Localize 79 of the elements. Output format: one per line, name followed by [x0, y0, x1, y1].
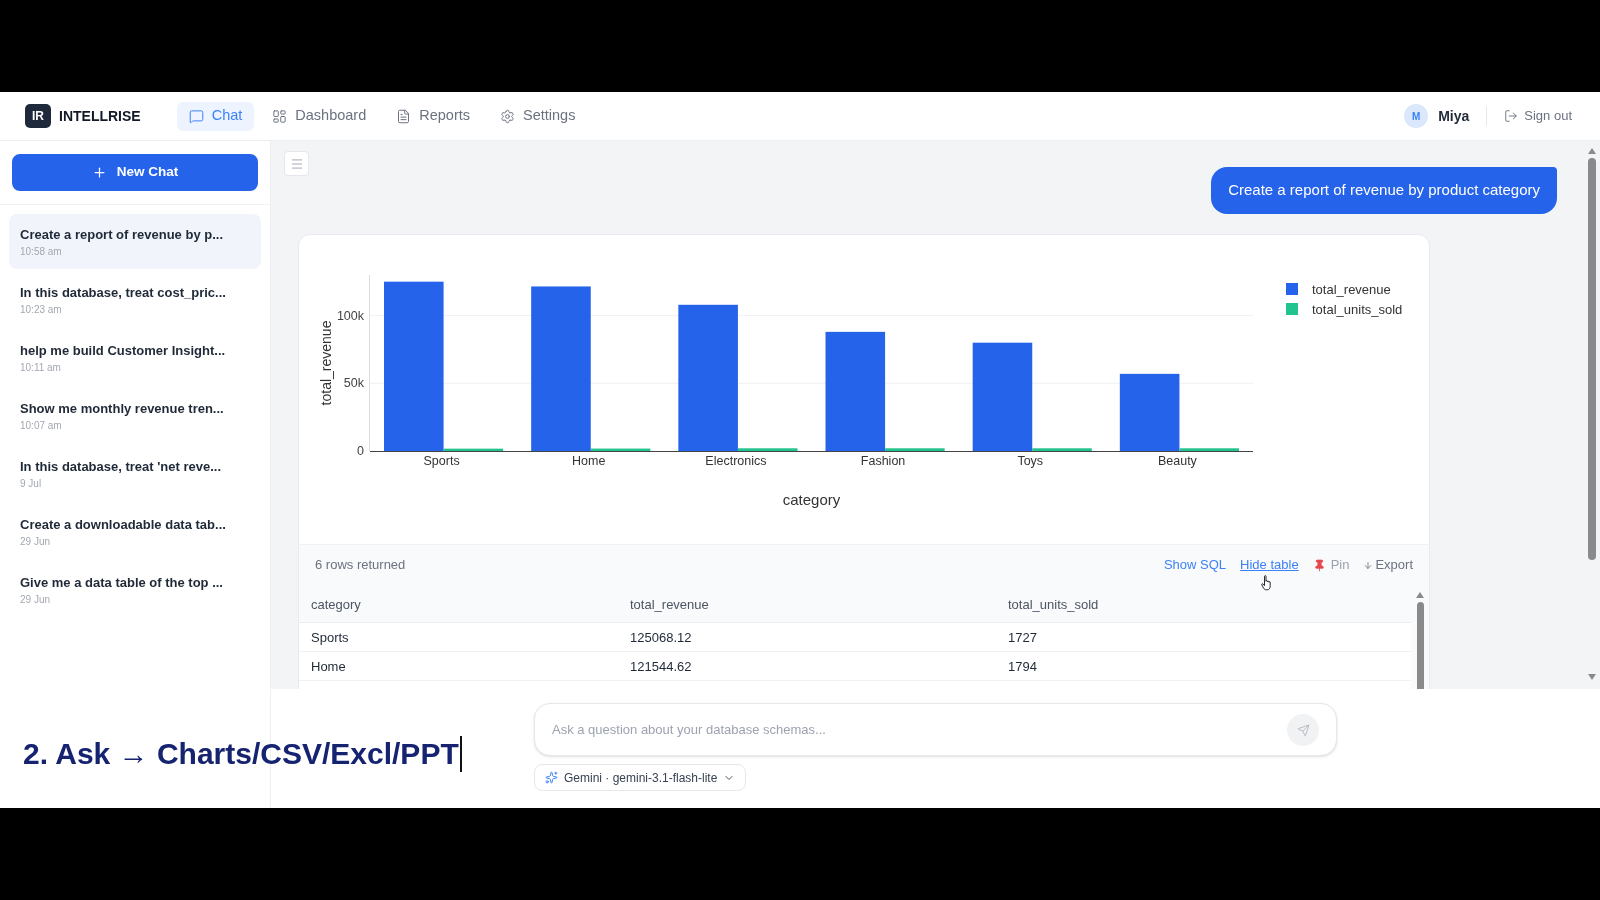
question-input[interactable]: Ask a question about your database schemas... — [534, 703, 1337, 756]
plus-icon — [91, 165, 107, 180]
chat-history-item[interactable]: help me build Customer Insight... 10:11 am — [9, 330, 261, 385]
chat-title: help me build Customer Insight... — [20, 341, 227, 359]
nav-tab[interactable]: Reports — [384, 101, 483, 131]
link[interactable]: Show SQL — [1163, 555, 1227, 575]
axis-title: total_revenue — [318, 320, 334, 406]
sidebar-toggle-button[interactable] — [284, 151, 309, 176]
user-name: Miya — [1438, 106, 1470, 126]
scroll-up-icon[interactable] — [1416, 592, 1424, 598]
nav-tab[interactable]: Chat — [176, 101, 255, 131]
scroll-down-icon[interactable] — [1587, 674, 1596, 680]
text-cursor-icon — [459, 736, 462, 772]
legend-label: total_revenue — [1312, 281, 1391, 297]
chat-history-item[interactable]: Create a downloadable data tab... 29 Jun — [9, 504, 261, 559]
pushpin-icon — [1312, 558, 1326, 572]
sign-out-icon — [1504, 109, 1519, 123]
axis-tick-label: 50k — [343, 376, 364, 391]
scroll-up-icon[interactable] — [1587, 148, 1596, 154]
table-cell: 1794 — [1008, 659, 1037, 674]
nav-tab[interactable]: Settings — [488, 101, 588, 131]
sparkle-icon — [545, 771, 558, 784]
chat-title: Give me a data table of the top ... — [20, 573, 224, 591]
chat-title: Show me monthly revenue tren... — [20, 399, 225, 417]
settings-icon — [500, 108, 516, 124]
column-header: category — [311, 596, 361, 612]
sign-out-button[interactable]: Sign out — [1504, 106, 1572, 126]
axis-tick-label: 100k — [336, 308, 364, 323]
user-avatar[interactable]: M — [1404, 104, 1429, 128]
scrollbar-thumb[interactable] — [1416, 602, 1424, 689]
table-cell: 125068.12 — [630, 630, 692, 645]
nav-tab[interactable]: Dashboard — [260, 101, 379, 131]
rows-returned-text: 6 rows returned — [315, 556, 406, 575]
chat-history-item[interactable]: Create a report of revenue by p... 10:58 am — [9, 214, 261, 269]
axis-tick-label: 0 — [357, 444, 364, 458]
export-button[interactable]: Export — [1363, 555, 1413, 575]
table-cell: Home — [311, 659, 346, 674]
caption-text: 2. Ask → Charts/CSV/Excl/PPT — [23, 736, 459, 772]
download-arrow-icon — [1363, 559, 1374, 571]
chat-history-item[interactable]: In this database, treat cost_pric... 10:23 am — [9, 272, 261, 327]
chat-time: 29 Jun — [20, 534, 52, 548]
chat-time: 29 Jun — [20, 592, 52, 606]
column-header: total_units_sold — [1008, 596, 1099, 612]
chat-time: 10:07 am — [20, 418, 63, 432]
axis-category-label: Toys — [1017, 454, 1044, 468]
chat-title: Create a downloadable data tab... — [20, 515, 227, 533]
scrollbar-thumb[interactable] — [1587, 158, 1596, 560]
chat-time: 10:58 am — [20, 244, 63, 258]
axis-category-label: Home — [572, 454, 606, 468]
chat-time: 10:11 am — [20, 360, 62, 374]
axis-category-label: Electronics — [705, 454, 767, 468]
table-cell: 1727 — [1008, 630, 1037, 645]
link[interactable]: Hide table — [1240, 555, 1299, 575]
user-message-bubble: Create a report of revenue by product category — [1211, 167, 1557, 214]
grid-icon — [272, 108, 288, 124]
chat-time: 9 Jul — [20, 476, 43, 490]
logo-mark: IR — [25, 104, 51, 128]
chat-time: 10:23 am — [20, 302, 63, 316]
speech-bubble-icon — [188, 108, 204, 124]
table-cell: 121544.62 — [630, 659, 692, 674]
axis-category-label: Sports — [423, 454, 460, 468]
column-header: total_revenue — [630, 596, 709, 612]
chat-history-item[interactable]: Show me monthly revenue tren... 10:07 am — [9, 388, 261, 443]
brand-name: INTELLRISE — [59, 106, 141, 126]
axis-category-label: Fashion — [860, 454, 906, 468]
axis-title: category — [782, 491, 841, 508]
axis-category-label: Beauty — [1157, 454, 1197, 468]
table-cell: Sports — [311, 630, 349, 645]
menu-icon — [289, 156, 304, 171]
chat-title: Create a report of revenue by p... — [20, 225, 224, 243]
send-icon — [1296, 723, 1310, 737]
legend-label: total_units_sold — [1312, 301, 1403, 317]
model-selector[interactable]: Gemini · gemini-3.1-flash-lite — [534, 764, 747, 791]
chat-title: In this database, treat 'net reve... — [20, 457, 223, 475]
chat-history-item[interactable]: In this database, treat 'net reve... 9 Jul — [9, 446, 261, 501]
chat-title: In this database, treat cost_pric... — [20, 283, 227, 301]
document-icon — [396, 108, 412, 124]
chat-history-item[interactable]: Give me a data table of the top ... 29 Jun — [9, 562, 261, 617]
new-chat-button[interactable]: New Chat — [12, 154, 258, 191]
